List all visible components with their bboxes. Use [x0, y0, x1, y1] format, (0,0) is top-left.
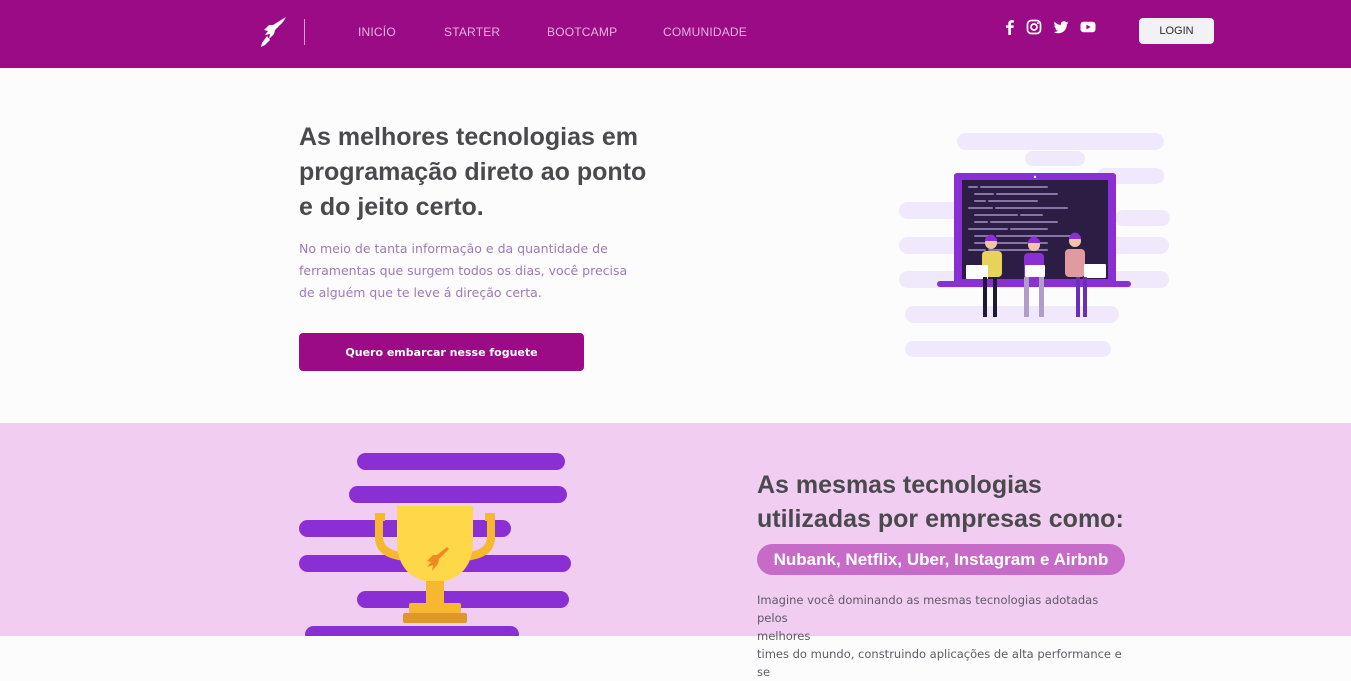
facebook-icon[interactable] — [1001, 18, 1019, 36]
login-button[interactable]: LOGIN — [1139, 18, 1214, 44]
hero-title: As melhores tecnologias em programação d… — [299, 123, 647, 221]
hero-section: As melhores tecnologias em programação d… — [0, 68, 1351, 423]
twitter-icon[interactable] — [1052, 18, 1070, 36]
nav-link-inicio[interactable]: INICÍO — [358, 25, 396, 39]
rocket-icon[interactable] — [259, 16, 289, 48]
companies-title: As mesmas tecnologias utilizadas por emp… — [757, 471, 1124, 533]
companies-description: Imagine você dominando as mesmas tecnolo… — [757, 591, 1127, 681]
logo-divider — [304, 19, 305, 45]
hero-description: No meio de tanta informação e da quantid… — [299, 241, 628, 300]
trophy-illustration — [297, 451, 573, 643]
description-line: Imagine você dominando as mesmas tecnolo… — [757, 593, 1099, 625]
companies-badge: Nubank, Netflix, Uber, Instagram e Airbn… — [757, 544, 1125, 575]
description-line: melhores — [757, 629, 811, 643]
description-line: times do mundo, construindo aplicações d… — [757, 647, 1122, 679]
cta-button[interactable]: Quero embarcar nesse foguete — [299, 333, 584, 371]
nav-link-bootcamp[interactable]: BOOTCAMP — [547, 25, 617, 39]
instagram-icon[interactable] — [1025, 18, 1043, 36]
nav-link-comunidade[interactable]: COMUNIDADE — [663, 25, 747, 39]
nav-link-starter[interactable]: STARTER — [444, 25, 500, 39]
youtube-icon[interactable] — [1079, 18, 1097, 36]
developers-illustration — [897, 131, 1172, 359]
site-header: INICÍO STARTER BOOTCAMP COMUNIDADE LOGIN — [0, 0, 1351, 68]
companies-section: As mesmas tecnologias utilizadas por emp… — [0, 423, 1351, 679]
